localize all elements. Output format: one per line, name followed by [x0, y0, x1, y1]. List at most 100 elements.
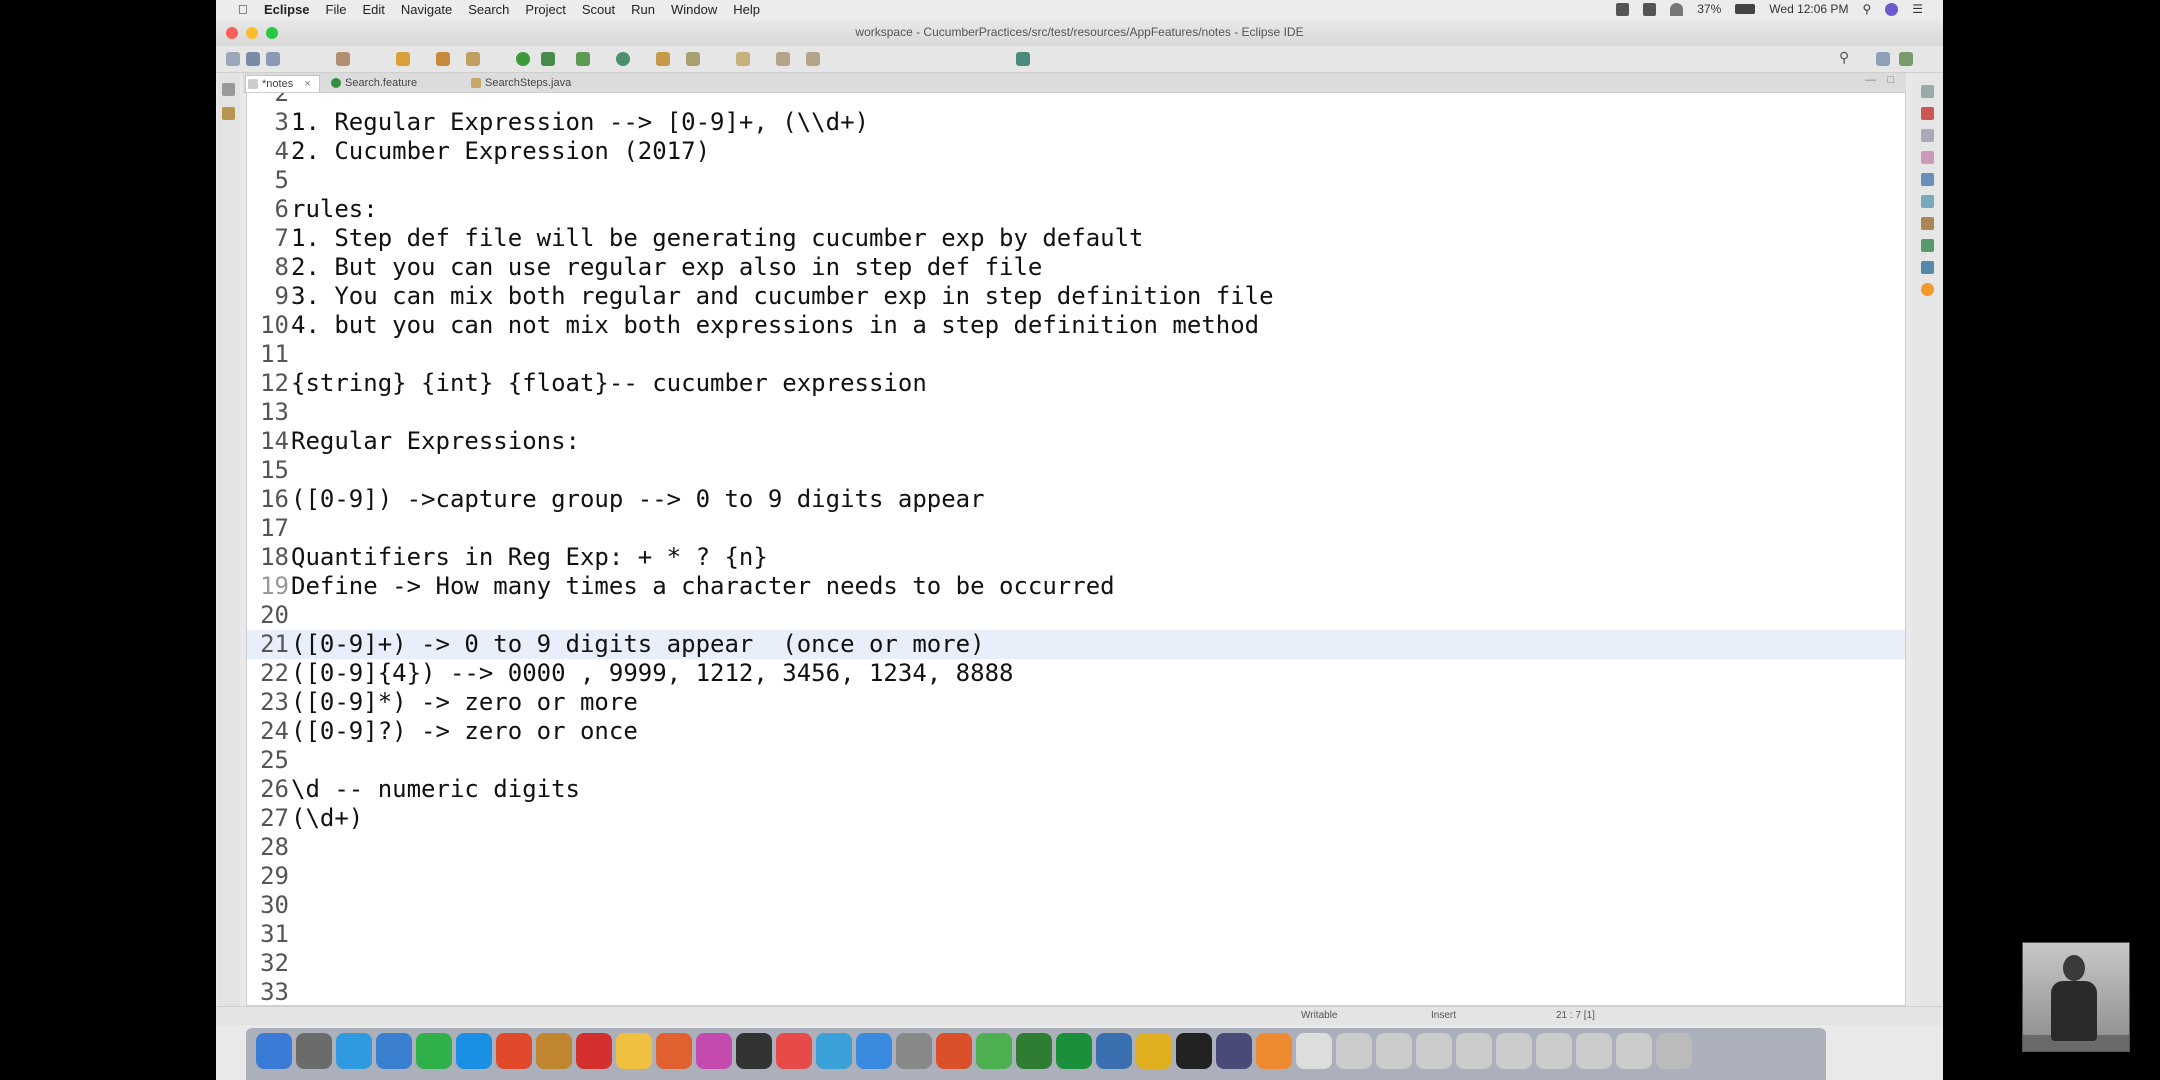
progress-icon[interactable]: [1921, 195, 1934, 208]
status-app-icon[interactable]: [1643, 2, 1657, 16]
siri-icon[interactable]: [1885, 2, 1899, 16]
dock-app-icon[interactable]: [816, 1033, 852, 1069]
menu-app[interactable]: Eclipse: [264, 2, 310, 17]
nav-forward-icon[interactable]: [806, 52, 820, 66]
dock-app-icon[interactable]: [296, 1033, 332, 1069]
editor-line[interactable]: 6rules:: [247, 195, 1905, 224]
editor-line[interactable]: 16([0-9]) ->capture group --> 0 to 9 dig…: [247, 485, 1905, 514]
dock-app-icon[interactable]: [776, 1033, 812, 1069]
dock-app-icon[interactable]: [256, 1033, 292, 1069]
dock-app-icon[interactable]: [416, 1033, 452, 1069]
console-icon[interactable]: [1921, 173, 1934, 186]
editor-line[interactable]: 2: [247, 93, 1905, 108]
tool-icon[interactable]: [466, 52, 480, 66]
editor-line[interactable]: 93. You can mix both regular and cucumbe…: [247, 282, 1905, 311]
editor-line[interactable]: 25: [247, 746, 1905, 775]
dock-app-icon[interactable]: [616, 1033, 652, 1069]
tab-search-feature[interactable]: Search.feature: [329, 75, 417, 91]
dock-app-icon[interactable]: [1056, 1033, 1092, 1069]
editor-line[interactable]: 14Regular Expressions:: [247, 427, 1905, 456]
editor-line[interactable]: 21([0-9]+) -> 0 to 9 digits appear (once…: [247, 630, 1905, 659]
notification-center-icon[interactable]: ☰: [1912, 2, 1923, 16]
dock-app-icon[interactable]: [696, 1033, 732, 1069]
javadoc-icon[interactable]: [1921, 151, 1934, 164]
dock-app-icon[interactable]: [936, 1033, 972, 1069]
editor-line[interactable]: 71. Step def file will be generating cuc…: [247, 224, 1905, 253]
wifi-icon[interactable]: [1670, 2, 1684, 16]
editor-line[interactable]: 42. Cucumber Expression (2017): [247, 137, 1905, 166]
dock-app-icon[interactable]: [536, 1033, 572, 1069]
search-icon[interactable]: [686, 52, 700, 66]
dock-app-icon[interactable]: [1256, 1033, 1292, 1069]
tab-notes[interactable]: *notes ×: [245, 75, 320, 92]
editor-line[interactable]: 24([0-9]?) -> zero or once: [247, 717, 1905, 746]
dock-app-icon[interactable]: [1136, 1033, 1172, 1069]
dock-app-icon[interactable]: [1656, 1033, 1692, 1069]
editor-line[interactable]: 31. Regular Expression --> [0-9]+, (\\d+…: [247, 108, 1905, 137]
annotation-icon[interactable]: [736, 52, 750, 66]
dock-app-icon[interactable]: [1096, 1033, 1132, 1069]
history-icon[interactable]: [1921, 239, 1934, 252]
status-app-icon[interactable]: [1616, 2, 1630, 16]
menu-window[interactable]: Window: [671, 2, 717, 17]
task-list-icon[interactable]: [1921, 107, 1934, 120]
editor-line[interactable]: 32: [247, 949, 1905, 978]
apple-icon[interactable]: : [238, 2, 248, 17]
save-icon[interactable]: [246, 52, 260, 66]
battery-icon[interactable]: [1735, 4, 1756, 14]
nav-back-icon[interactable]: [776, 52, 790, 66]
new-class-icon[interactable]: [616, 52, 630, 66]
menu-navigate[interactable]: Navigate: [401, 2, 452, 17]
save-all-icon[interactable]: [266, 52, 280, 66]
dock-app-icon[interactable]: [736, 1033, 772, 1069]
dock-app-icon[interactable]: [576, 1033, 612, 1069]
battery-percent[interactable]: 37%: [1697, 2, 1721, 16]
dock-app-icon[interactable]: [856, 1033, 892, 1069]
dock-app-icon[interactable]: [1456, 1033, 1492, 1069]
clock[interactable]: Wed 12:06 PM: [1769, 2, 1848, 16]
editor-line[interactable]: 28: [247, 833, 1905, 862]
dock-app-icon[interactable]: [1296, 1033, 1332, 1069]
servers-icon[interactable]: [1921, 261, 1934, 274]
dock-app-icon[interactable]: [1016, 1033, 1052, 1069]
menu-project[interactable]: Project: [525, 2, 565, 17]
dock-app-icon[interactable]: [1376, 1033, 1412, 1069]
debug-run-icon[interactable]: [541, 52, 555, 66]
editor-line[interactable]: 15: [247, 456, 1905, 485]
dock-app-icon[interactable]: [1176, 1033, 1212, 1069]
editor-line[interactable]: 20: [247, 601, 1905, 630]
menu-scout[interactable]: Scout: [582, 2, 615, 17]
editor-line[interactable]: 26\d -- numeric digits: [247, 775, 1905, 804]
run-icon[interactable]: [516, 52, 530, 66]
maximize-editor-icon[interactable]: □: [1887, 74, 1894, 86]
debug-icon[interactable]: [336, 52, 350, 66]
dock-app-icon[interactable]: [1576, 1033, 1612, 1069]
editor-line[interactable]: 29: [247, 862, 1905, 891]
dock-app-icon[interactable]: [1536, 1033, 1572, 1069]
menu-edit[interactable]: Edit: [362, 2, 384, 17]
editor-line[interactable]: 27(\d+): [247, 804, 1905, 833]
dock-app-icon[interactable]: [1216, 1033, 1252, 1069]
menu-run[interactable]: Run: [631, 2, 655, 17]
menu-file[interactable]: File: [326, 2, 347, 17]
tool-icon[interactable]: [436, 52, 450, 66]
problems-icon[interactable]: [1921, 129, 1934, 142]
perspective-java-icon[interactable]: [1876, 52, 1890, 66]
menu-search[interactable]: Search: [468, 2, 509, 17]
editor-line[interactable]: 104. but you can not mix both expression…: [247, 311, 1905, 340]
dock-app-icon[interactable]: [376, 1033, 412, 1069]
editor-line[interactable]: 13: [247, 398, 1905, 427]
editor-line[interactable]: 23([0-9]*) -> zero or more: [247, 688, 1905, 717]
outline-icon[interactable]: [1921, 85, 1934, 98]
editor-line[interactable]: 17: [247, 514, 1905, 543]
package-explorer-icon[interactable]: [222, 107, 235, 120]
dock-app-icon[interactable]: [1416, 1033, 1452, 1069]
editor-line[interactable]: 30: [247, 891, 1905, 920]
build-icon[interactable]: [396, 52, 410, 66]
perspective-debug-icon[interactable]: [1899, 52, 1913, 66]
dock-app-icon[interactable]: [1496, 1033, 1532, 1069]
editor-line[interactable]: 18Quantifiers in Reg Exp: + * ? {n}: [247, 543, 1905, 572]
dock-app-icon[interactable]: [656, 1033, 692, 1069]
editor-line[interactable]: 82. But you can use regular exp also in …: [247, 253, 1905, 282]
dock-app-icon[interactable]: [1616, 1033, 1652, 1069]
